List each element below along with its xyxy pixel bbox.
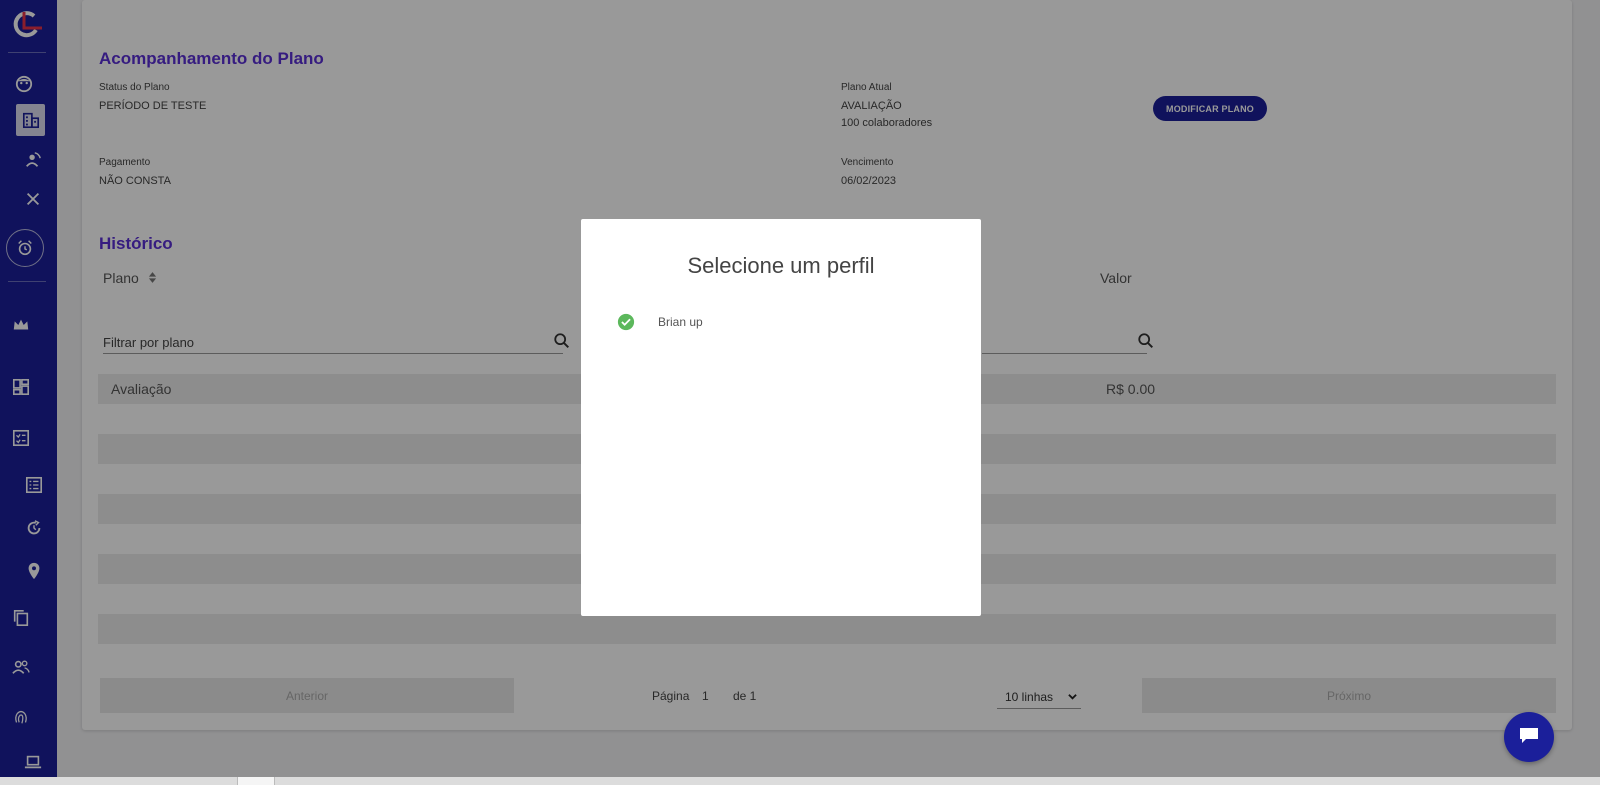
modal-title: Selecione um perfil [687, 253, 875, 278]
profile-name: Brian up [658, 315, 703, 329]
profile-option[interactable]: Brian up [617, 312, 703, 332]
chat-button[interactable] [1504, 712, 1554, 762]
check-circle-icon [617, 313, 635, 331]
select-profile-modal: Selecione um perfil Brian up [581, 219, 981, 616]
bottom-tab[interactable] [237, 777, 275, 785]
chat-bubble-icon [1517, 723, 1541, 752]
